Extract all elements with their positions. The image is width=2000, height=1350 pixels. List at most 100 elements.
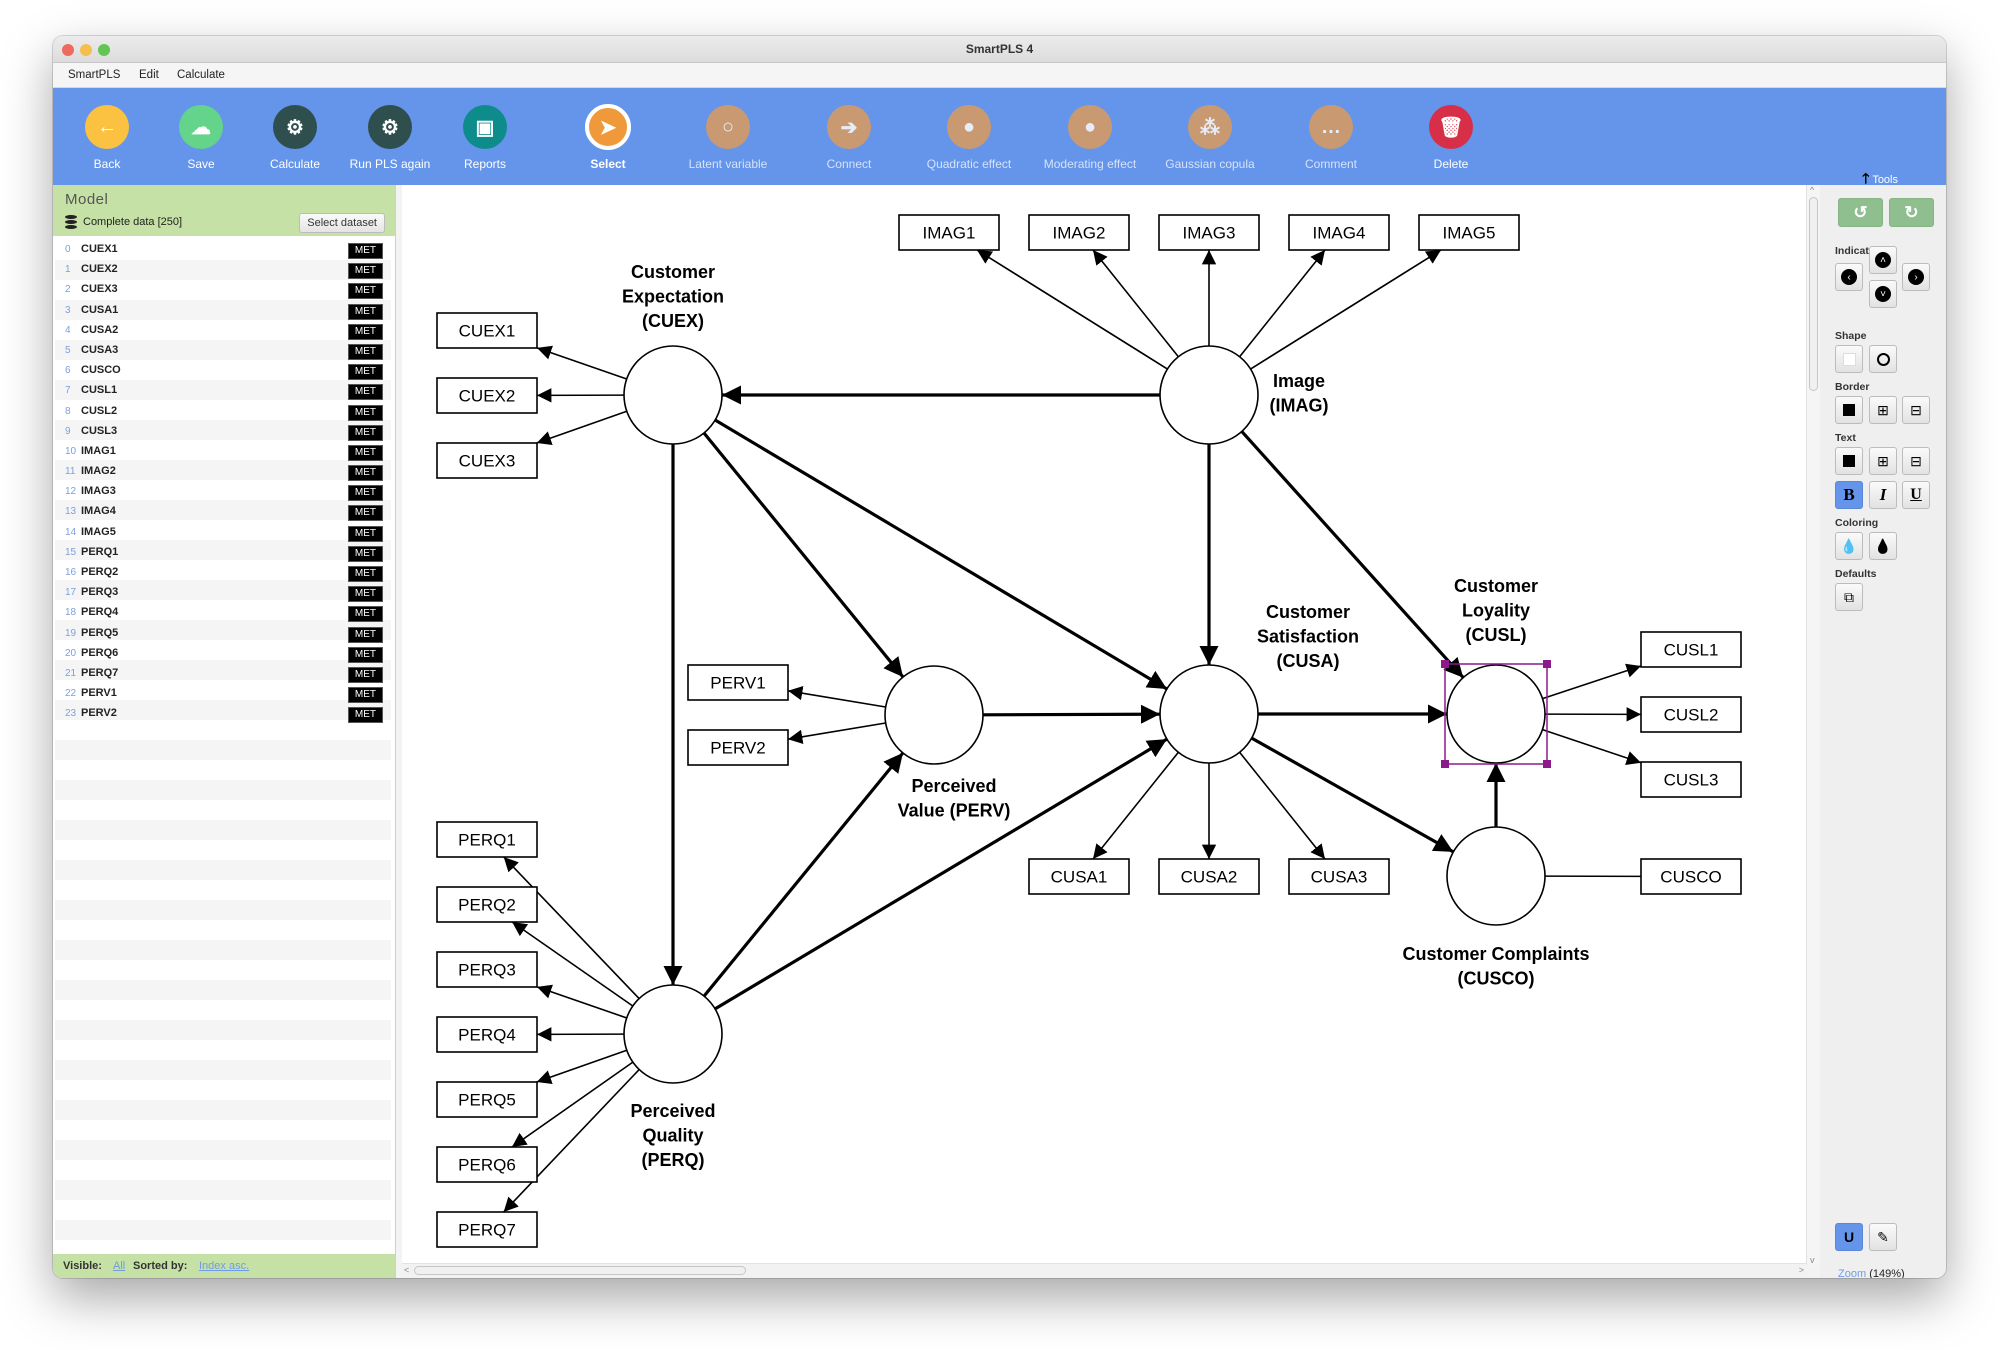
canvas-vertical-scrollbar[interactable]: ^ v [1806,185,1820,1265]
line-color-button[interactable]: 💧 [1869,532,1897,560]
scroll-right-icon[interactable]: > [1799,1265,1804,1275]
loading-arrow-cusa3[interactable] [1238,751,1326,860]
underline-button[interactable]: U [1902,481,1930,509]
construct-perq[interactable] [623,984,723,1084]
menu-calculate[interactable]: Calculate [177,69,225,81]
loading-arrow-imag1[interactable] [976,249,1168,370]
indicator-row[interactable]: 9 CUSL3 MET [55,422,391,442]
scroll-left-icon[interactable]: < [404,1265,409,1275]
highlighter-button[interactable]: ✎ [1869,1223,1897,1251]
vertical-scroll-thumb[interactable] [1809,197,1818,391]
resize-handle[interactable] [1543,760,1551,768]
indicator-row[interactable]: 13 IMAG4 MET [55,502,391,522]
indicators-down-button[interactable]: ˅ [1869,280,1897,308]
calculate-button[interactable]: ⚙ Calculate [240,105,350,171]
indicators-up-button[interactable]: ˄ [1869,246,1897,274]
horizontal-scroll-thumb[interactable] [414,1266,746,1275]
indicator-row[interactable]: 21 PERQ7 MET [55,664,391,684]
loading-arrow-cusl3[interactable] [1542,728,1642,765]
delete-button[interactable]: 🗑 Delete [1396,105,1506,171]
indicator-row[interactable]: 11 IMAG2 MET [55,462,391,482]
select-dataset-button[interactable]: Select dataset [299,213,385,233]
close-window-button[interactable] [62,44,74,56]
indicator-row[interactable]: 22 PERV1 MET [55,684,391,704]
latent-variable-button[interactable]: ○ Latent variable [673,105,783,171]
resize-handle[interactable] [1543,660,1551,668]
text-size-increase-button[interactable]: ⊞ [1869,447,1897,475]
scroll-up-icon[interactable]: ^ [1810,185,1814,195]
snap-to-grid-button[interactable]: U [1835,1223,1863,1251]
loading-arrow-perv2[interactable] [787,722,886,744]
scroll-down-icon[interactable]: v [1810,1255,1815,1265]
loading-arrow-perq5[interactable] [536,1049,628,1085]
zoom-window-button[interactable] [98,44,110,56]
resize-handle[interactable] [1441,660,1449,668]
indicator-row[interactable]: 20 PERQ6 MET [55,644,391,664]
loading-arrow-cuex3[interactable] [536,410,628,446]
model-canvas[interactable]: IMAG1 IMAG2 IMAG3 IMAG4 IMAG5 CUEX1 CUEX2 CUEX3… [402,185,1806,1278]
canvas-horizontal-scrollbar[interactable]: < > [402,1263,1806,1278]
indicator-row[interactable]: 5 CUSA3 MET [55,341,391,361]
bold-button[interactable]: B [1835,481,1863,509]
construct-cusl[interactable] [1446,664,1546,764]
construct-perv[interactable] [884,665,984,765]
indicator-row[interactable]: 2 CUEX3 MET [55,280,391,300]
indicator-row[interactable]: 17 PERQ3 MET [55,583,391,603]
indicators-left-button[interactable]: ‹ [1835,263,1863,291]
visible-filter-link[interactable]: All [113,1260,125,1272]
run-pls-again-button[interactable]: ⚙ Run PLS again [335,105,445,171]
loading-arrow-cusl1[interactable] [1542,663,1642,700]
path-perq-to-perv[interactable] [702,751,905,998]
indicator-row[interactable]: 4 CUSA2 MET [55,321,391,341]
indicator-row[interactable]: 7 CUSL1 MET [55,381,391,401]
indicator-row[interactable]: 3 CUSA1 MET [55,301,391,321]
construct-cuex[interactable] [623,345,723,445]
indicator-row[interactable]: 10 IMAG1 MET [55,442,391,462]
menu-smartpls[interactable]: SmartPLS [68,69,120,81]
indicator-list[interactable]: 0 CUEX1 MET 1 CUEX2 MET 2 CUEX3 MET 3 CUSA1 MET 4 CUS… [55,240,391,1248]
construct-imag[interactable] [1159,345,1259,445]
text-size-decrease-button[interactable]: ⊟ [1902,447,1930,475]
loading-arrow-imag2[interactable] [1092,249,1180,358]
sort-order-link[interactable]: Index asc. [199,1260,249,1272]
moderating-effect-button[interactable]: ● Moderating effect [1035,105,1145,171]
path-perv-to-cusa[interactable] [982,704,1161,724]
indicator-row[interactable]: 23 PERV2 MET [55,704,391,724]
reports-button[interactable]: ▣ Reports [430,105,540,171]
undo-button[interactable]: ↺ [1838,198,1883,227]
zoom-link[interactable]: Zoom [1838,1268,1866,1278]
indicator-row[interactable]: 18 PERQ4 MET [55,603,391,623]
comment-button[interactable]: … Comment [1276,105,1386,171]
select-button[interactable]: ➤ Select [553,104,663,171]
indicator-row[interactable]: 12 IMAG3 MET [55,482,391,502]
indicators-right-button[interactable]: › [1902,263,1930,291]
indicator-row[interactable]: 0 CUEX1 MET [55,240,391,260]
quadratic-effect-button[interactable]: ● Quadratic effect [914,105,1024,171]
gaussian-copula-button[interactable]: ⁂ Gaussian copula [1155,105,1265,171]
path-cusa-to-cusco[interactable] [1250,736,1455,854]
indicator-row[interactable]: 8 CUSL2 MET [55,402,391,422]
shape-circle-button[interactable] [1869,345,1897,373]
path-cuex-to-cusa[interactable] [714,418,1168,691]
loading-arrow-imag4[interactable] [1238,249,1326,358]
loading-arrow-imag5[interactable] [1250,249,1442,370]
border-color-button[interactable] [1835,396,1863,424]
menu-edit[interactable]: Edit [139,69,159,81]
resize-handle[interactable] [1441,760,1449,768]
border-decrease-button[interactable]: ⊟ [1902,396,1930,424]
text-color-button[interactable] [1835,447,1863,475]
indicator-row[interactable]: 16 PERQ2 MET [55,563,391,583]
shape-rectangle-button[interactable] [1835,345,1863,373]
indicator-row[interactable]: 1 CUEX2 MET [55,260,391,280]
loading-arrow-perv1[interactable] [787,686,886,708]
italic-button[interactable]: I [1869,481,1897,509]
fill-color-button[interactable]: 💧 [1835,532,1863,560]
indicator-row[interactable]: 14 IMAG5 MET [55,523,391,543]
border-increase-button[interactable]: ⊞ [1869,396,1897,424]
indicator-row[interactable]: 15 PERQ1 MET [55,543,391,563]
construct-cusco[interactable] [1446,826,1546,926]
restore-defaults-button[interactable]: ⧉ [1835,583,1863,611]
loading-arrow-cuex1[interactable] [536,345,627,380]
loading-arrow-cusa1[interactable] [1092,751,1180,860]
path-cuex-to-perv[interactable] [702,431,905,679]
